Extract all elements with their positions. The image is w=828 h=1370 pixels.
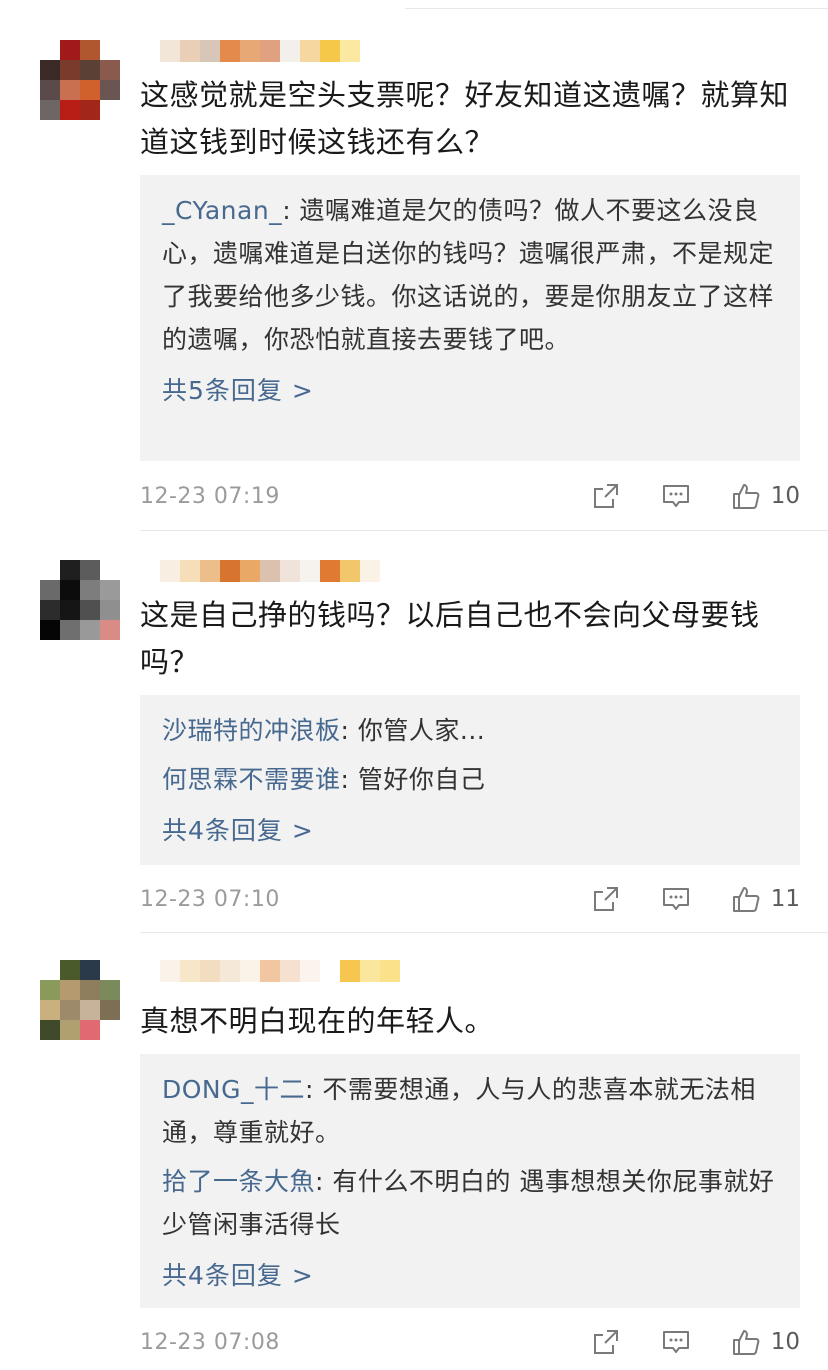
share-icon[interactable]	[591, 1327, 621, 1357]
comment-text: 真想不明白现在的年轻人。	[140, 1004, 495, 1038]
comment-icon[interactable]	[661, 884, 691, 914]
comment-text: 这感觉就是空头支票呢？好友知道这遗嘱？就算知道这钱到时候这钱还有么？	[140, 78, 790, 159]
username-blurred[interactable]	[140, 560, 380, 586]
comment-footer: 12-23 07:08 10	[140, 1324, 828, 1360]
share-icon[interactable]	[591, 481, 621, 511]
reply-author-link[interactable]: DONG_十二	[162, 1075, 305, 1104]
timestamp: 12-23 07:10	[140, 886, 280, 912]
reply-author-link[interactable]: _CYanan_	[162, 196, 282, 225]
action-bar: 10	[591, 481, 828, 511]
reply-box[interactable]: DONG_十二: 不需要想通，人与人的悲喜本就无法相通，尊重就好。 拾了一条大魚…	[140, 1054, 800, 1308]
reply-item: 何思霖不需要谁: 管好你自己	[162, 758, 778, 801]
thumbs-up-icon[interactable]	[731, 884, 761, 914]
reply-author-link[interactable]: 沙瑞特的冲浪板	[162, 716, 341, 745]
timestamp: 12-23 07:08	[140, 1329, 280, 1355]
reply-item: _CYanan_: 遗嘱难道是欠的债吗？做人不要这么没良心，遗嘱难道是白送你的钱…	[162, 189, 778, 361]
comment-icon[interactable]	[661, 481, 691, 511]
reply-text: : 管好你自己	[340, 765, 486, 794]
reply-count-link[interactable]: 共4条回复 >	[162, 807, 778, 855]
like-count: 10	[770, 1329, 800, 1355]
action-bar: 11	[591, 884, 828, 914]
thumbs-up-icon[interactable]	[731, 1327, 761, 1357]
reply-author-link[interactable]: 何思霖不需要谁	[162, 765, 341, 794]
divider	[140, 530, 828, 531]
username-blurred[interactable]	[140, 960, 400, 986]
comment-footer: 12-23 07:10 11	[140, 881, 828, 917]
reply-count-link[interactable]: 共4条回复 >	[162, 1252, 778, 1300]
reply-box[interactable]: _CYanan_: 遗嘱难道是欠的债吗？做人不要这么没良心，遗嘱难道是白送你的钱…	[140, 175, 800, 461]
thumbs-up-icon[interactable]	[731, 481, 761, 511]
share-icon[interactable]	[591, 884, 621, 914]
comment-page: 这感觉就是空头支票呢？好友知道这遗嘱？就算知道这钱到时候这钱还有么？ _CYan…	[0, 0, 828, 1370]
avatar[interactable]	[40, 960, 120, 1040]
reply-item: 拾了一条大魚: 有什么不明白的 遇事想想关你屁事就好 少管闲事活得长	[162, 1160, 778, 1246]
reply-item: DONG_十二: 不需要想通，人与人的悲喜本就无法相通，尊重就好。	[162, 1068, 778, 1154]
comment-text: 这是自己挣的钱吗？以后自己也不会向父母要钱吗？	[140, 598, 760, 679]
comment-icon[interactable]	[661, 1327, 691, 1357]
reply-count-link[interactable]: 共5条回复 >	[162, 367, 778, 415]
timestamp: 12-23 07:19	[140, 483, 280, 509]
reply-box[interactable]: 沙瑞特的冲浪板: 你管人家... 何思霖不需要谁: 管好你自己 共4条回复 >	[140, 695, 800, 865]
username-blurred[interactable]	[140, 40, 360, 66]
avatar[interactable]	[40, 560, 120, 640]
reply-text: : 你管人家...	[340, 716, 486, 745]
comment-footer: 12-23 07:19 10	[140, 478, 828, 514]
action-bar: 10	[591, 1327, 828, 1357]
divider	[140, 932, 828, 933]
avatar[interactable]	[40, 40, 120, 120]
reply-author-link[interactable]: 拾了一条大魚	[162, 1167, 315, 1196]
like-count: 10	[770, 483, 800, 509]
divider	[405, 8, 828, 9]
like-count: 11	[770, 886, 800, 912]
reply-item: 沙瑞特的冲浪板: 你管人家...	[162, 709, 778, 752]
